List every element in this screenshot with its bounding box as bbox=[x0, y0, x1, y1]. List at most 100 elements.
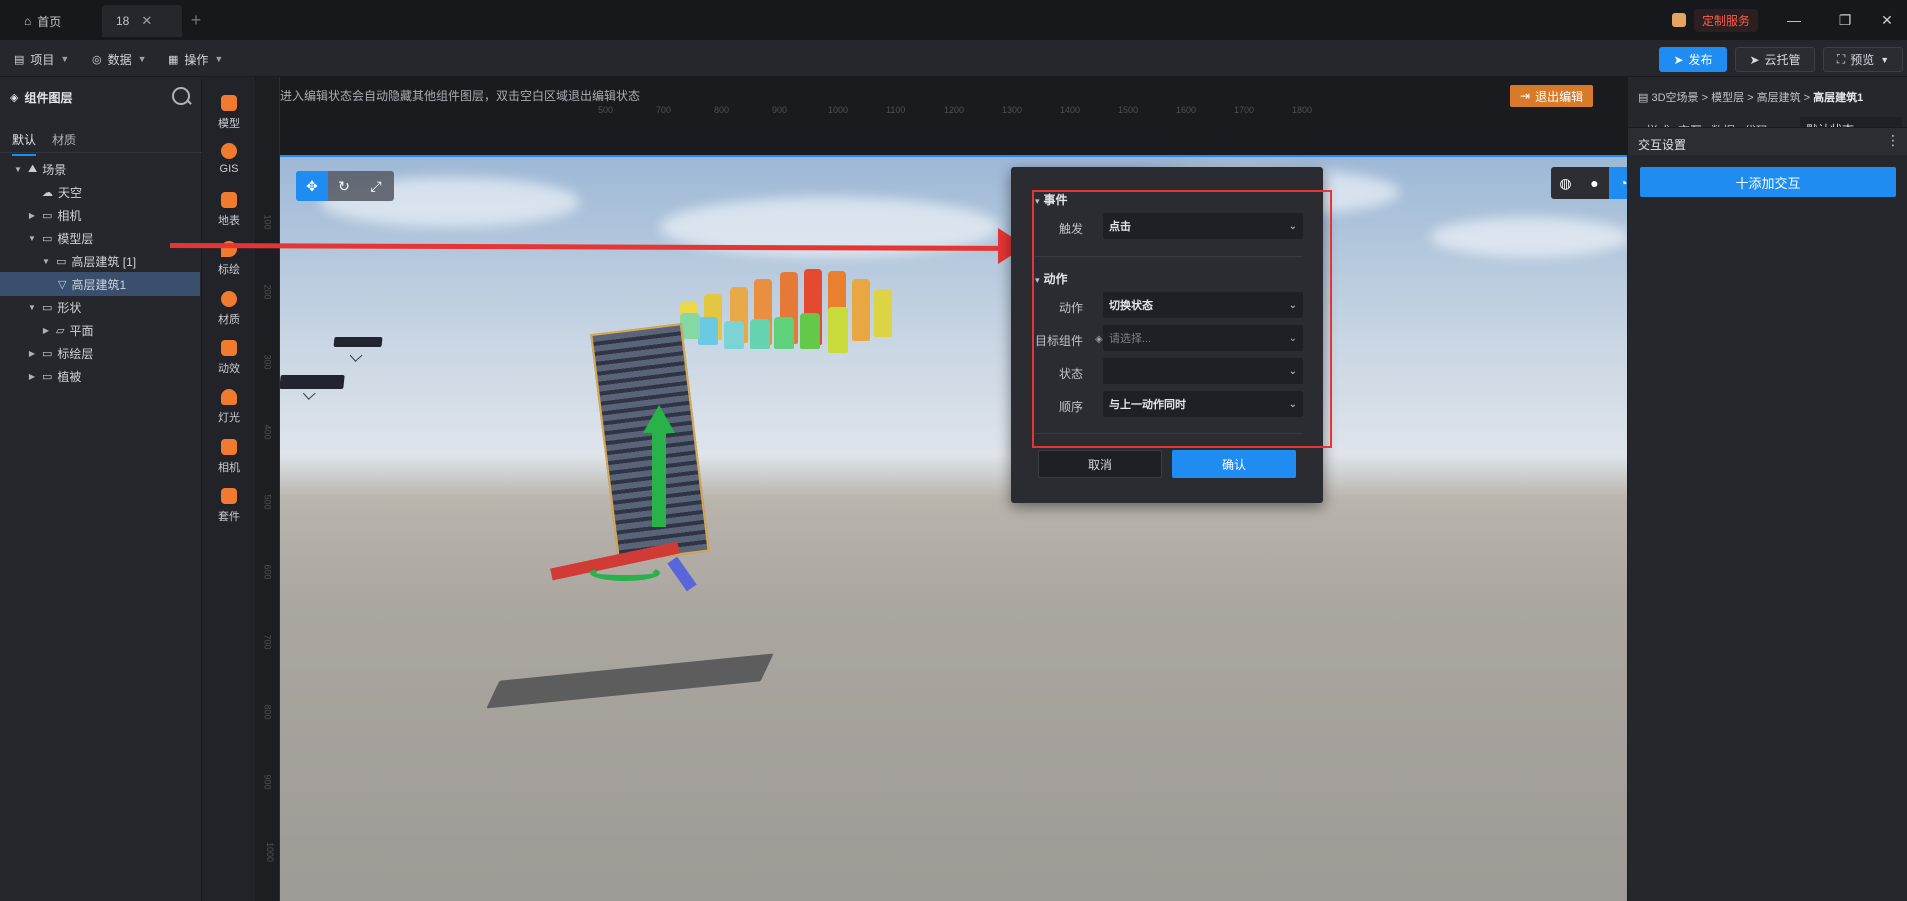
exit-edit-button[interactable]: ⇥ 退出编辑 bbox=[1510, 85, 1594, 107]
globe-icon[interactable]: ◍ bbox=[1551, 167, 1580, 199]
new-tab-button[interactable]: + bbox=[184, 8, 208, 32]
caret-right-icon[interactable]: ▶ bbox=[26, 211, 38, 220]
tree-node-sky[interactable]: ☁ 天空 bbox=[26, 180, 228, 204]
tab-home[interactable]: ⌂ 首页 bbox=[10, 5, 90, 37]
custom-service-button[interactable]: 定制服务 bbox=[1672, 8, 1759, 32]
tool-effect[interactable]: 动效 bbox=[202, 336, 256, 380]
3d-viewport[interactable]: ✥ ↻ ⤢ ◍ ● ◔ bbox=[280, 157, 1627, 901]
scale-icon[interactable]: ⤢ bbox=[360, 171, 392, 201]
ruler-tick: 900 bbox=[772, 105, 788, 115]
tool-kit[interactable]: 套件 bbox=[202, 484, 256, 528]
chevron-down-icon: ⌄ bbox=[1288, 332, 1297, 344]
menu-operation[interactable]: ▦ 操作 ▼ bbox=[168, 48, 223, 70]
tab-active-label: 18 bbox=[116, 14, 130, 28]
target-placeholder: 请选择... bbox=[1109, 333, 1152, 345]
order-value: 与上一动作同时 bbox=[1109, 399, 1186, 411]
close-window-button[interactable]: ✕ bbox=[1872, 8, 1902, 32]
tree-node-scene[interactable]: ▼ ⛰ 场景 bbox=[12, 157, 214, 181]
rotation-ring[interactable] bbox=[590, 565, 660, 581]
event-section-title[interactable]: 事件 bbox=[1035, 191, 1068, 208]
more-icon[interactable]: ⋮ bbox=[1886, 132, 1900, 149]
ruler-tick: 100 bbox=[262, 214, 273, 230]
tool-terrain[interactable]: 地表 bbox=[202, 188, 256, 232]
3d-bar bbox=[698, 317, 718, 345]
move-icon[interactable]: ✥ bbox=[296, 171, 328, 201]
caret-down-icon[interactable]: ▼ bbox=[26, 234, 38, 243]
confirm-button[interactable]: 确认 bbox=[1172, 450, 1296, 478]
tool-camera[interactable]: 相机 bbox=[202, 435, 256, 479]
ruler-tick: 1600 bbox=[1176, 105, 1197, 115]
caret-right-icon[interactable]: ▶ bbox=[26, 372, 38, 381]
tree-node-plot-layer[interactable]: ▶ ▭ 标绘层 bbox=[26, 341, 228, 365]
caret-down-icon[interactable]: ▼ bbox=[40, 257, 52, 266]
tree-node-camera[interactable]: ▶ ▭ 相机 bbox=[26, 203, 228, 227]
tree-node-vegetation[interactable]: ▶ ▭ 植被 bbox=[26, 364, 228, 388]
sphere-icon[interactable]: ● bbox=[1580, 167, 1609, 199]
add-interaction-button[interactable]: 十添加交互 bbox=[1640, 167, 1896, 197]
caret-right-icon[interactable]: ▶ bbox=[40, 326, 52, 335]
tree-node-label: 平面 bbox=[69, 323, 94, 338]
publish-button[interactable]: ➤ 发布 bbox=[1659, 47, 1727, 72]
tool-label: 地表 bbox=[218, 215, 240, 227]
y-axis-arrow[interactable] bbox=[643, 405, 675, 433]
action-section-title[interactable]: 动作 bbox=[1035, 270, 1068, 287]
plot-marker[interactable] bbox=[333, 337, 383, 347]
trigger-select[interactable]: 点击 ⌄ bbox=[1103, 213, 1303, 239]
tool-material[interactable]: 材质 bbox=[202, 287, 256, 331]
target-icon: ◈ bbox=[1095, 334, 1103, 345]
ruler-tick: 500 bbox=[598, 105, 614, 115]
3d-bar bbox=[874, 289, 892, 337]
caret-down-icon[interactable]: ▼ bbox=[26, 303, 38, 312]
ruler-tick: 500 bbox=[262, 494, 273, 510]
z-axis-handle[interactable] bbox=[667, 556, 697, 592]
target-select[interactable]: 请选择... ⌄ bbox=[1103, 325, 1303, 351]
tree-node-label: 模型层 bbox=[57, 231, 94, 246]
restore-button[interactable]: ❐ bbox=[1830, 8, 1860, 32]
highrise-building-model[interactable] bbox=[590, 323, 710, 563]
y-axis-handle[interactable] bbox=[652, 427, 666, 527]
state-label: 状态 bbox=[1058, 367, 1083, 381]
preview-button[interactable]: ⛶ 预览 ▼ bbox=[1823, 47, 1903, 72]
tab-material[interactable]: 材质 bbox=[52, 131, 76, 148]
tab-active[interactable]: 18 ✕ bbox=[102, 5, 182, 37]
breadcrumb-item[interactable]: 高层建筑 bbox=[1757, 92, 1801, 104]
tool-light[interactable]: 灯光 bbox=[202, 385, 256, 429]
file-icon: ▤ bbox=[14, 53, 25, 66]
tool-gis[interactable]: GIS bbox=[202, 139, 256, 183]
ruler-tick: 1400 bbox=[1060, 105, 1081, 115]
breadcrumb-item[interactable]: 3D空场景 bbox=[1651, 92, 1698, 104]
minimize-button[interactable]: — bbox=[1779, 8, 1809, 32]
ruler-tick: 1800 bbox=[1292, 105, 1313, 115]
caret-down-icon[interactable]: ▼ bbox=[12, 165, 24, 174]
camera-icon bbox=[221, 439, 237, 455]
action-select[interactable]: 切换状态 ⌄ bbox=[1103, 292, 1303, 318]
tree-node-label: 植被 bbox=[57, 369, 82, 384]
menu-project[interactable]: ▤ 项目 ▼ bbox=[14, 48, 69, 70]
ruler-tick: 1300 bbox=[1002, 105, 1023, 115]
tree-node-highrise-1[interactable]: ▽ 高层建筑1 bbox=[0, 272, 200, 296]
caret-right-icon[interactable]: ▶ bbox=[26, 349, 38, 358]
folder-icon: ▭ bbox=[42, 209, 53, 222]
ruler-tick: 700 bbox=[656, 105, 672, 115]
state-select[interactable]: ⌄ bbox=[1103, 358, 1303, 384]
search-icon[interactable] bbox=[172, 87, 190, 105]
folder-icon: ▭ bbox=[42, 347, 53, 360]
breadcrumb-item[interactable]: 模型层 bbox=[1711, 92, 1744, 104]
send-icon: ➤ bbox=[1749, 52, 1760, 67]
rotate-icon[interactable]: ↻ bbox=[328, 171, 360, 201]
breadcrumb: ▤ 3D空场景 > 模型层 > 高层建筑 > 高层建筑1 bbox=[1638, 92, 1864, 104]
menu-data[interactable]: ◎ 数据 ▼ bbox=[92, 48, 147, 70]
plot-marker[interactable] bbox=[280, 375, 345, 389]
3d-bar bbox=[800, 313, 820, 349]
tab-default[interactable]: 默认 bbox=[12, 131, 37, 156]
chevron-down-icon: ▼ bbox=[214, 54, 224, 64]
order-select[interactable]: 与上一动作同时 ⌄ bbox=[1103, 391, 1303, 417]
cloud-host-button[interactable]: ➤ 云托管 bbox=[1735, 47, 1815, 72]
close-tab-icon[interactable]: ✕ bbox=[141, 13, 152, 29]
tree-node-shape[interactable]: ▼ ▭ 形状 bbox=[26, 295, 228, 319]
target-label: 目标组件 bbox=[1034, 334, 1083, 348]
tree-node-label: 高层建筑 [1] bbox=[71, 254, 137, 269]
cancel-button[interactable]: 取消 bbox=[1038, 450, 1162, 478]
orbit-icon[interactable]: ◔ bbox=[1609, 167, 1627, 199]
tool-model[interactable]: 模型 bbox=[202, 91, 256, 135]
